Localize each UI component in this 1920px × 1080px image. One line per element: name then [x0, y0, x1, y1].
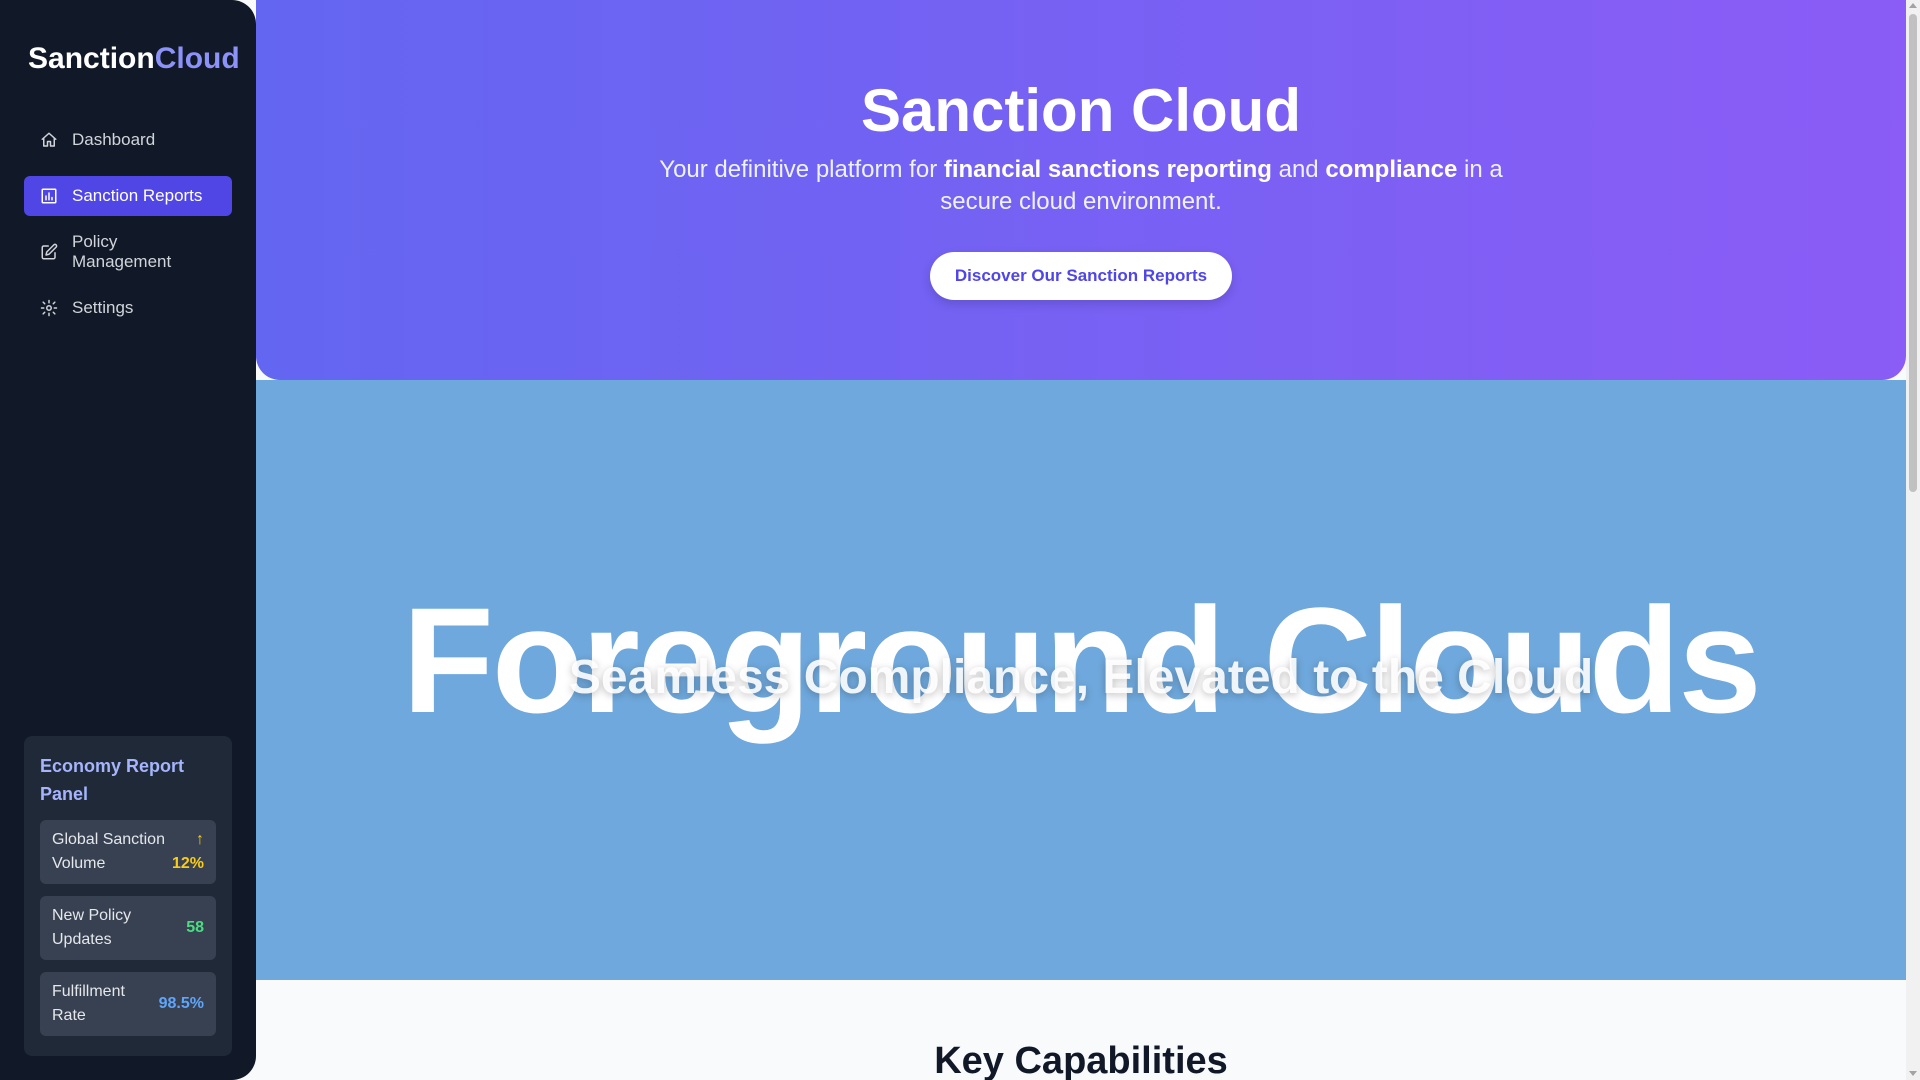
chart-icon	[40, 187, 58, 205]
gear-icon	[40, 299, 58, 317]
hero-subtitle-part: and	[1271, 156, 1326, 183]
sidebar: SanctionCloud Dashboard Sanction Reports…	[0, 0, 256, 1080]
stat-label: Fulfillment Rate	[52, 983, 125, 1024]
stat-value-text: 12%	[171, 855, 204, 872]
stat-label: Global Sanction Volume	[52, 831, 165, 872]
hero-section: Sanction Cloud Your definitive platform …	[256, 0, 1906, 380]
stat-card-global-sanction-volume[interactable]: Global Sanction Volume ↑ 12%	[40, 820, 216, 884]
hero-subtitle-emphasis: compliance	[1325, 156, 1458, 183]
stat-value: 98.5%	[158, 995, 204, 1012]
economy-panel-title: Economy Report Panel	[40, 756, 185, 804]
edit-icon	[40, 243, 58, 261]
sidebar-item-label: Policy Management	[72, 232, 172, 271]
stat-label: New Policy Updates	[52, 907, 132, 948]
hero-subtitle-part: Your definitive platform for	[659, 156, 944, 183]
page-scrollbar[interactable]	[1906, 0, 1920, 1080]
logo-accent: Cloud	[154, 42, 240, 75]
cloud-band: Foreground Clouds Seamless Compliance, E…	[256, 380, 1906, 980]
sidebar-item-sanction-reports[interactable]: Sanction Reports	[24, 176, 232, 216]
hero-title: Sanction Cloud	[861, 77, 1301, 144]
stat-card-new-policy-updates[interactable]: New Policy Updates 58	[40, 896, 216, 960]
app-logo[interactable]: SanctionCloud	[28, 42, 240, 76]
sidebar-item-label: Settings	[72, 298, 134, 317]
discover-reports-button[interactable]: Discover Our Sanction Reports	[930, 252, 1232, 300]
key-capabilities-title: Key Capabilities	[934, 1040, 1228, 1080]
stat-card-fulfillment-rate[interactable]: Fulfillment Rate 98.5%	[40, 972, 216, 1036]
stat-value: 58	[186, 919, 204, 936]
home-icon	[40, 131, 58, 149]
economy-report-panel: Economy Report Panel Global Sanction Vol…	[24, 736, 232, 1056]
cloud-band-heading: Seamless Compliance, Elevated to the Clo…	[568, 651, 1594, 704]
scroll-thumb[interactable]	[1909, 14, 1917, 492]
scroll-up-arrow-icon[interactable]	[1909, 3, 1917, 8]
logo-main: Sanction	[28, 42, 155, 75]
sidebar-item-label: Sanction Reports	[72, 186, 203, 205]
sidebar-nav: Dashboard Sanction Reports Policy Manage…	[24, 120, 232, 344]
sidebar-item-label: Dashboard	[72, 130, 156, 149]
scroll-down-arrow-icon[interactable]	[1909, 1071, 1917, 1076]
sidebar-item-policy-management[interactable]: Policy Management	[24, 232, 232, 272]
stat-value: ↑ 12%	[172, 828, 204, 876]
sidebar-item-settings[interactable]: Settings	[24, 288, 232, 328]
trend-up-icon: ↑	[196, 831, 204, 848]
sidebar-item-dashboard[interactable]: Dashboard	[24, 120, 232, 160]
hero-subtitle: Your definitive platform for financial s…	[646, 154, 1516, 218]
hero-subtitle-emphasis: financial sanctions reporting	[943, 156, 1272, 183]
